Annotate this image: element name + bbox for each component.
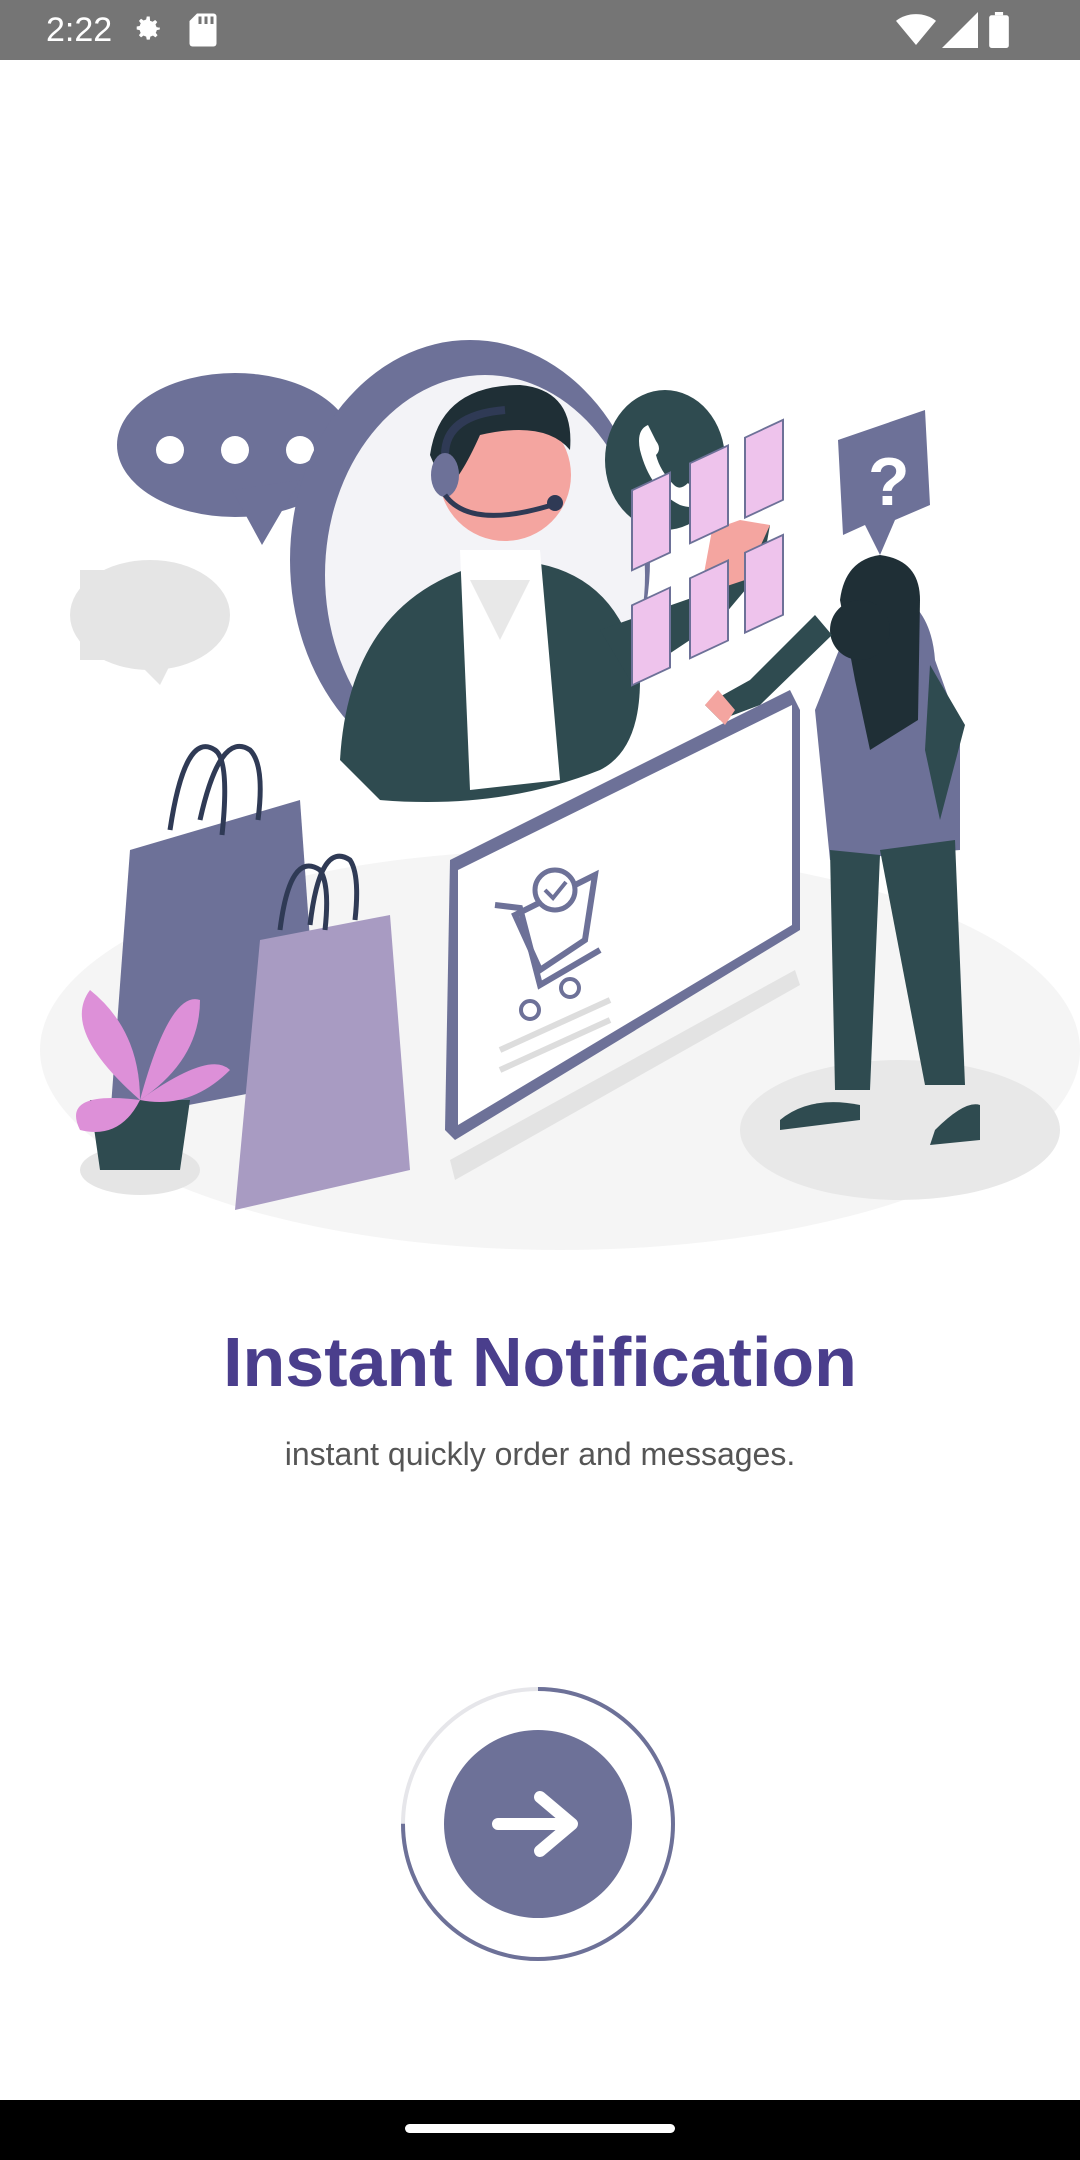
arrow-right-icon <box>492 1791 578 1857</box>
question-mark-icon: ? <box>838 410 930 555</box>
grey-chat-bubble-icon <box>70 560 230 685</box>
settings-gear-icon <box>136 16 160 40</box>
page-title: Instant Notification <box>223 1323 857 1401</box>
navigation-bar <box>0 2100 1080 2160</box>
home-gesture-handle[interactable] <box>405 2124 675 2133</box>
svg-text:?: ? <box>868 444 910 520</box>
next-button-container <box>398 1684 678 1964</box>
wifi-icon <box>896 14 936 45</box>
status-bar: 2:22 <box>0 0 1080 60</box>
page-subtitle: instant quickly order and messages. <box>284 1436 796 1472</box>
cellular-signal-icon <box>942 12 978 48</box>
customer-support-illustration: ? <box>40 340 1080 1250</box>
status-time: 2:22 <box>46 11 113 49</box>
battery-icon <box>989 12 1009 48</box>
next-button[interactable] <box>444 1730 632 1918</box>
sd-card-icon <box>189 13 217 47</box>
